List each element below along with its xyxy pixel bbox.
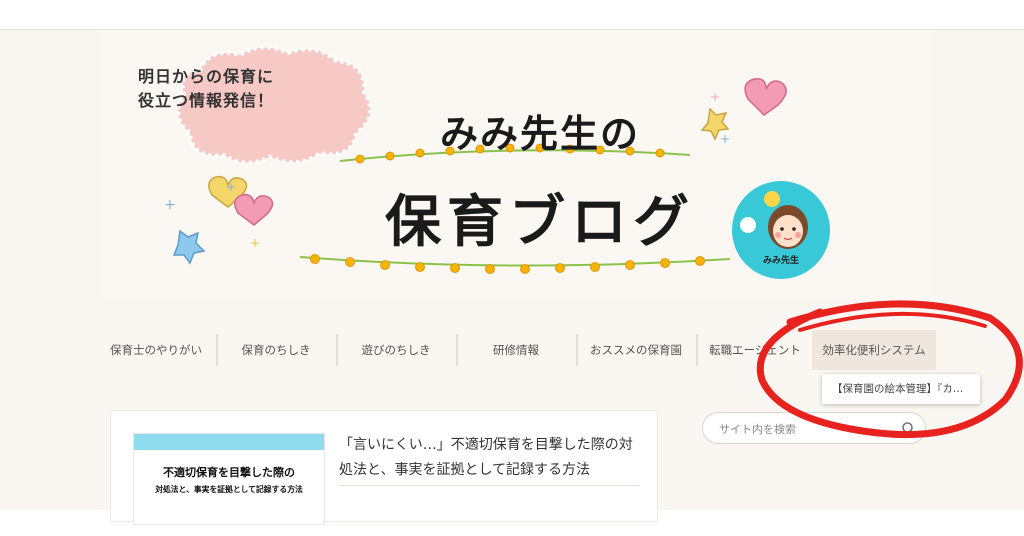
svg-text:+: + bbox=[164, 197, 176, 213]
blog-title-line-1: みみ先生の bbox=[439, 112, 640, 156]
thumbnail-line-1: 不適切保育を目撃した際の bbox=[163, 466, 295, 479]
nav-item-hoiku-chishiki[interactable]: 保育のちしき bbox=[220, 330, 332, 370]
nav-item-tenshoku-agent[interactable]: 転職エージェント bbox=[700, 330, 810, 370]
avatar-label: みみ先生 bbox=[762, 256, 799, 266]
nav-item-asobi-chishiki[interactable]: 遊びのちしき bbox=[340, 330, 452, 370]
nav-divider bbox=[336, 334, 338, 366]
nav-dropdown-item[interactable]: 【保育園の絵本管理】『カ… bbox=[822, 374, 980, 404]
search-input[interactable] bbox=[717, 419, 891, 439]
search-icon[interactable] bbox=[901, 421, 917, 437]
avatar: みみ先生 bbox=[732, 181, 830, 279]
nav-divider bbox=[696, 334, 698, 366]
search-box bbox=[702, 412, 926, 444]
blog-title-line-2: 保育ブログ bbox=[385, 190, 695, 255]
nav-divider bbox=[216, 334, 218, 366]
thumbnail-line-2: 対処法と、事実を証拠として記録する方法 bbox=[155, 485, 303, 494]
nav-item-koritsuka-system[interactable]: 効率化便利システム bbox=[812, 330, 936, 370]
article-divider bbox=[339, 485, 639, 486]
header-banner[interactable]: 明日からの保育に 役立つ情報発信！ + + + + + みみ先生の 保育ブログ … bbox=[100, 31, 930, 299]
nav-divider bbox=[576, 334, 578, 366]
browser-top-bar bbox=[0, 0, 1024, 30]
thumbnail-band bbox=[134, 434, 324, 450]
article-title[interactable]: 「言いにくい…」不適切保育を目撃した際の対処法と、事実を証拠として記録する方法 bbox=[339, 433, 639, 483]
nav-item-kenshu-joho[interactable]: 研修情報 bbox=[460, 330, 572, 370]
nav-item-osusume-hoikuen[interactable]: おススメの保育園 bbox=[580, 330, 692, 370]
article-thumbnail[interactable]: 不適切保育を目撃した際の 対処法と、事実を証拠として記録する方法 bbox=[133, 433, 325, 525]
svg-text:+: + bbox=[710, 90, 720, 104]
svg-text:+: + bbox=[226, 180, 236, 194]
article-card[interactable]: 不適切保育を目撃した際の 対処法と、事実を証拠として記録する方法 「言いにくい…… bbox=[110, 410, 658, 525]
nav-item-hoikushi-yarigai[interactable]: 保育士のやりがい bbox=[100, 330, 212, 370]
svg-text:+: + bbox=[720, 132, 730, 146]
svg-text:+: + bbox=[250, 236, 260, 250]
nav-divider bbox=[456, 334, 458, 366]
